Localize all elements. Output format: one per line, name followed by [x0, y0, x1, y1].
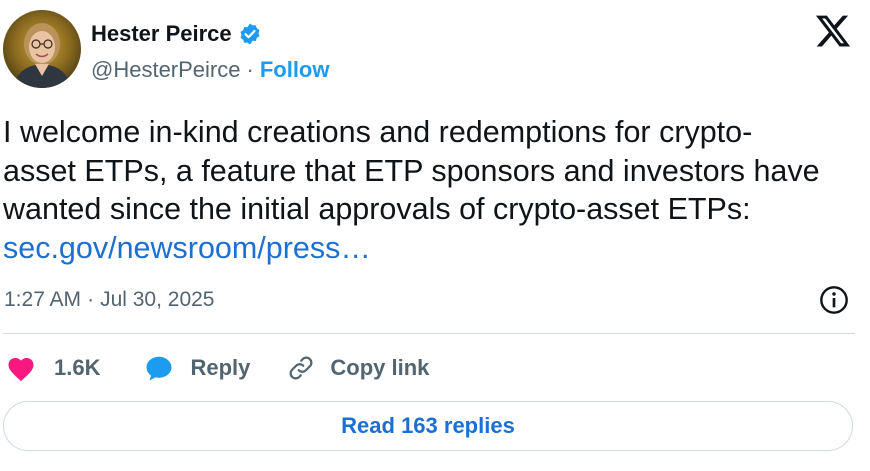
copy-link-label: Copy link — [330, 355, 430, 380]
tweet-link[interactable]: sec.gov/newsroom/press… — [3, 231, 371, 265]
read-replies-button[interactable]: Read 163 replies — [3, 401, 853, 451]
reply-button[interactable]: Reply — [144, 354, 250, 382]
like-button[interactable]: 1.6K — [6, 354, 100, 382]
x-logo-icon[interactable] — [812, 12, 854, 50]
author-handle-row: @HesterPeirce · Follow — [91, 55, 329, 85]
divider — [3, 333, 855, 334]
timestamp[interactable]: 1:27 AM · Jul 30, 2025 — [4, 285, 215, 315]
timestamp-time: 1:27 AM — [4, 288, 82, 311]
verified-badge-icon — [238, 22, 262, 46]
tweet-card: Hester Peirce @HesterPeirce · Follow I w… — [0, 0, 870, 471]
author-name-row: Hester Peirce — [91, 19, 262, 49]
handle-separator: · — [246, 57, 254, 82]
info-icon[interactable] — [818, 284, 850, 316]
heart-icon — [6, 354, 36, 382]
tweet-text-line: asset ETPs, a feature that ETP sponsors … — [3, 153, 820, 188]
follow-button[interactable]: Follow — [260, 57, 330, 83]
reply-label: Reply — [190, 355, 251, 380]
tweet-text-line: I welcome in-kind creations and redempti… — [3, 115, 753, 149]
speech-bubble-icon — [144, 354, 174, 382]
read-replies-label: Read 163 replies — [341, 413, 515, 438]
author-handle[interactable]: @HesterPeirce — [91, 57, 241, 83]
avatar[interactable] — [3, 10, 81, 88]
tweet-text-line: wanted since the initial approvals of cr… — [3, 192, 751, 226]
action-bar: 1.6K Reply Copy link — [6, 350, 429, 386]
timestamp-date: Jul 30, 2025 — [100, 288, 215, 311]
link-icon — [286, 353, 316, 383]
timestamp-separator: · — [87, 288, 95, 311]
author-display-name[interactable]: Hester Peirce — [91, 21, 232, 47]
copy-link-button[interactable]: Copy link — [286, 353, 429, 383]
like-count: 1.6K — [54, 355, 101, 380]
tweet-text: I welcome in-kind creations and redempti… — [3, 113, 863, 267]
